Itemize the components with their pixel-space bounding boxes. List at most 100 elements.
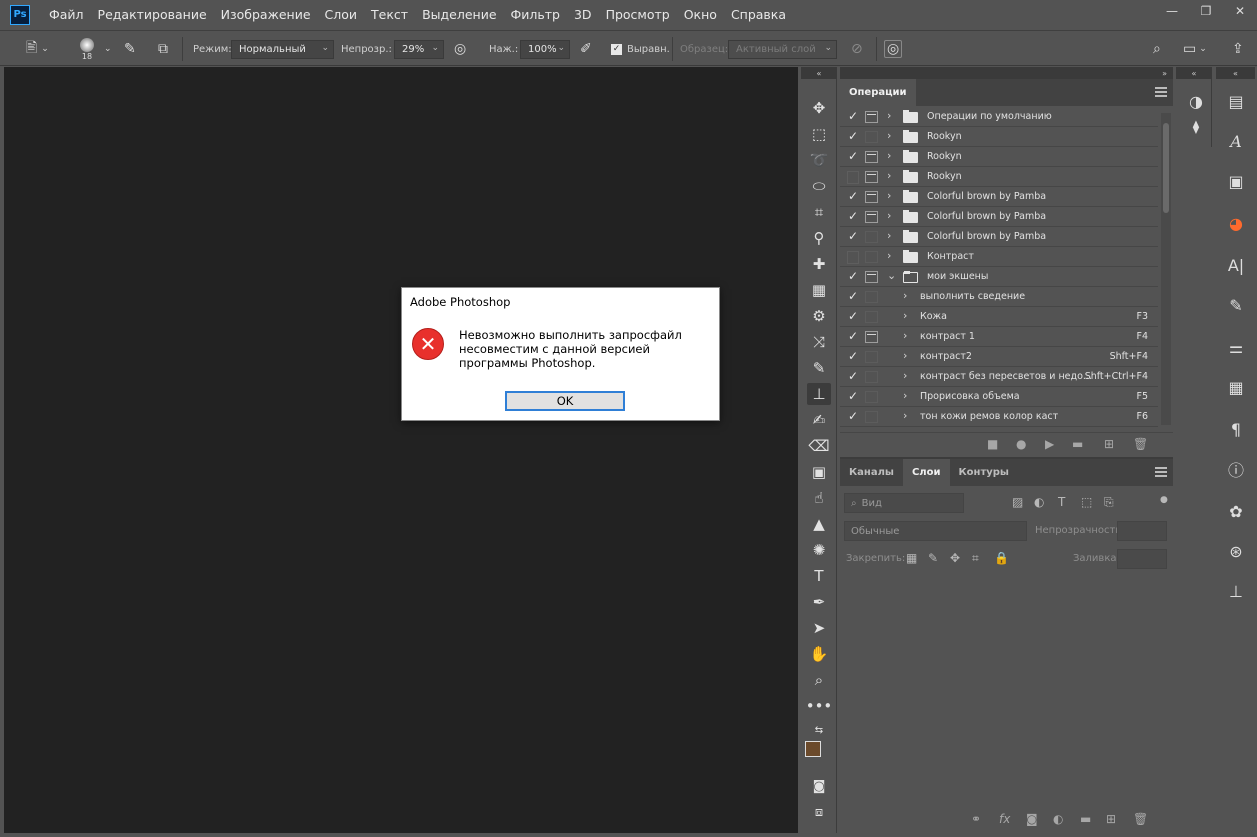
patch-tool-icon[interactable]: ▦ — [807, 279, 831, 301]
swap-colors-icon[interactable]: ⇆ — [807, 719, 831, 741]
chevron-right-icon[interactable]: › — [903, 349, 907, 362]
menu-view[interactable]: Просмотр — [599, 0, 677, 29]
quick-mask-icon[interactable]: ◙ — [807, 775, 831, 797]
record-icon[interactable]: ● — [1016, 437, 1026, 451]
ignore-adjustment-layers-button[interactable]: ⊘ — [851, 31, 863, 67]
sample-select[interactable]: Активный слой ⌄ — [728, 39, 837, 59]
lock-transparent-icon[interactable]: ▦ — [906, 551, 917, 565]
opacity-pressure-button[interactable]: ◎ — [454, 31, 466, 67]
toggle-dialog-icon[interactable] — [865, 311, 878, 323]
toggle-item-checkbox[interactable]: ✓ — [846, 369, 860, 386]
chevron-right-icon[interactable]: › — [903, 369, 907, 382]
lock-artboard-icon[interactable]: ⌗ — [972, 551, 979, 566]
patterns-panel-icon[interactable]: ▦ — [1224, 375, 1248, 399]
chevron-right-icon[interactable]: › — [903, 289, 907, 302]
trash-icon[interactable]: 🗑 — [1133, 812, 1148, 826]
menu-layers[interactable]: Слои — [318, 0, 365, 29]
chevron-right-icon[interactable]: › — [887, 169, 891, 182]
toggle-item-checkbox[interactable]: ✓ — [846, 189, 860, 206]
action-row[interactable]: ✓ › контраст 1 F4 — [840, 328, 1158, 347]
toggle-dialog-icon[interactable] — [865, 371, 878, 383]
menu-image[interactable]: Изображение — [214, 0, 318, 29]
brush-settings-panel-icon[interactable]: ⚌ — [1224, 335, 1248, 359]
layer-opacity-input[interactable] — [1117, 521, 1167, 541]
filter-toggle-icon[interactable]: ● — [1160, 495, 1168, 505]
brushes-panel-icon[interactable]: ✎ — [1224, 293, 1248, 317]
screen-mode-icon[interactable]: ⧈ — [807, 801, 831, 823]
menu-window[interactable]: Окно — [677, 0, 724, 29]
swatches-panel-icon[interactable]: ◕ — [1224, 211, 1248, 235]
mode-select[interactable]: Нормальный ⌄ — [231, 39, 334, 59]
panels-collapse-strip[interactable]: » — [840, 67, 1173, 79]
action-set-row[interactable]: ✓ › Colorful brown by Pamba — [840, 228, 1158, 247]
quick-selection-tool-icon[interactable]: ⬭ — [807, 175, 831, 197]
stop-icon[interactable]: ■ — [987, 437, 998, 451]
sharpen-tool-icon[interactable]: ▲ — [807, 513, 831, 535]
toggle-item-checkbox[interactable]: ✓ — [846, 329, 860, 346]
toggle-item-checkbox[interactable]: ✓ — [846, 209, 860, 226]
filter-smart-object-icon[interactable]: ⎘ — [1104, 495, 1114, 510]
move-tool-icon[interactable]: ✥ — [807, 97, 831, 119]
action-set-row[interactable]: ✓ ⌄ мои экшены — [840, 268, 1158, 287]
libraries-panel-icon[interactable]: ▣ — [1224, 169, 1248, 193]
chevron-right-icon[interactable]: › — [903, 409, 907, 422]
3d-panel-icon[interactable]: ⧫ — [1184, 115, 1208, 139]
paragraph-panel-icon[interactable]: ¶ — [1224, 417, 1248, 441]
toggle-dialog-icon[interactable] — [865, 111, 878, 123]
info-panel-icon[interactable]: ⓘ — [1224, 457, 1248, 481]
eraser-tool-icon[interactable]: ⌫ — [807, 435, 831, 457]
filter-type-icon[interactable]: T — [1058, 495, 1065, 509]
toggle-dialog-icon[interactable] — [865, 131, 878, 143]
aligned-checkbox[interactable]: ✓ Выравн. — [611, 31, 670, 67]
mid-column-collapse-strip[interactable]: « — [1176, 67, 1212, 79]
toggle-dialog-icon[interactable] — [865, 271, 878, 283]
play-icon[interactable]: ▶ — [1045, 437, 1054, 451]
fill-input[interactable] — [1117, 549, 1167, 569]
filter-shape-icon[interactable]: ⬚ — [1081, 495, 1092, 509]
tab-paths[interactable]: Контуры — [950, 459, 1018, 486]
action-row[interactable]: ✓ › контраст2 Shft+F4 — [840, 348, 1158, 367]
layer-filter-input[interactable]: ⌕ Вид — [844, 493, 964, 513]
airbrush-button[interactable]: ✐ — [580, 31, 592, 67]
adjustments-panel-icon[interactable]: ◑ — [1184, 89, 1208, 113]
brush-settings-button[interactable]: ✎ — [124, 31, 136, 67]
link-layers-icon[interactable]: ⚭ — [971, 812, 981, 826]
action-set-row[interactable]: ✓ › Операции по умолчанию — [840, 108, 1158, 127]
opacity-input[interactable]: 29% ⌄ — [394, 39, 444, 59]
toggle-dialog-icon[interactable] — [865, 291, 878, 303]
menu-type[interactable]: Текст — [364, 0, 415, 29]
marquee-tool-icon[interactable]: ⬚ — [807, 123, 831, 145]
toggle-dialog-icon[interactable] — [865, 411, 878, 423]
chevron-right-icon[interactable]: › — [887, 149, 891, 162]
action-row[interactable]: ✓ › Прорисовка объема F5 — [840, 388, 1158, 407]
panel-menu-icon[interactable] — [1155, 87, 1167, 97]
search-button[interactable]: ⌕ — [1153, 31, 1161, 67]
blend-mode-select[interactable]: Обычные — [844, 521, 1027, 541]
toggle-dialog-icon[interactable] — [865, 191, 878, 203]
trash-icon[interactable]: 🗑 — [1133, 437, 1148, 451]
ok-button[interactable]: OK — [505, 391, 625, 411]
brush-preset-picker[interactable]: 18 — [80, 31, 94, 67]
toggle-item-checkbox[interactable]: ✓ — [846, 409, 860, 426]
chevron-right-icon[interactable]: › — [887, 209, 891, 222]
chevron-right-icon[interactable]: › — [887, 129, 891, 142]
action-set-row[interactable]: ✓ › Colorful brown by Pamba — [840, 188, 1158, 207]
tab-actions[interactable]: Операции — [840, 79, 916, 106]
toggle-dialog-icon[interactable] — [865, 231, 878, 243]
menu-select[interactable]: Выделение — [415, 0, 503, 29]
properties-panel-icon[interactable]: ▤ — [1224, 89, 1248, 113]
navigator-panel-icon[interactable]: ⊛ — [1224, 539, 1248, 563]
toggle-dialog-icon[interactable] — [865, 351, 878, 363]
chevron-down-icon[interactable]: ⌄ — [104, 31, 112, 67]
clone-stamp-tool-icon[interactable]: ⊥ — [807, 383, 831, 405]
toggle-item-checkbox[interactable]: ✓ — [846, 289, 860, 306]
eyedropper-tool-icon[interactable]: ⚲ — [807, 227, 831, 249]
type-tool-icon[interactable]: T — [807, 565, 831, 587]
glyphs-panel-icon[interactable]: A — [1224, 129, 1248, 153]
toggle-item-checkbox[interactable]: ✓ — [846, 149, 860, 166]
chevron-right-icon[interactable]: › — [903, 309, 907, 322]
clone-stamp-preset-picker[interactable]: 🖹 ⌄ — [26, 31, 49, 67]
action-set-row[interactable]: › Rookyn — [840, 168, 1158, 187]
toggle-dialog-icon[interactable] — [865, 251, 878, 263]
chevron-right-icon[interactable]: › — [887, 249, 891, 262]
